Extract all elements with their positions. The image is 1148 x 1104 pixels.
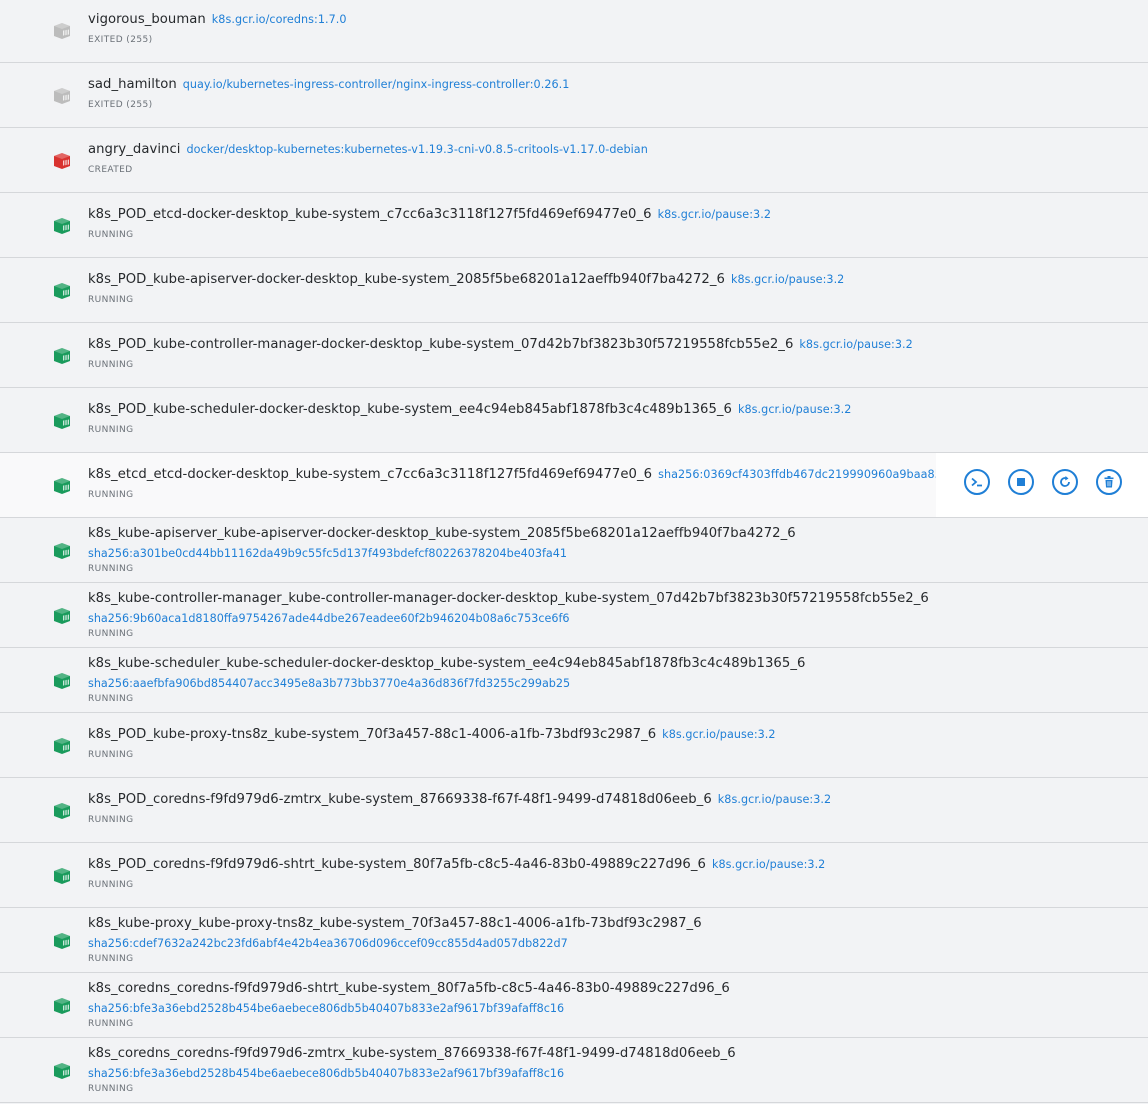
- container-name[interactable]: k8s_coredns_coredns-f9fd979d6-shtrt_kube…: [88, 981, 730, 996]
- container-status: RUNNING: [88, 425, 134, 435]
- delete-button[interactable]: [1096, 469, 1122, 495]
- container-row[interactable]: sad_hamilton quay.io/kubernetes-ingress-c…: [0, 63, 1148, 128]
- terminal-icon: [970, 475, 984, 489]
- container-status: RUNNING: [88, 490, 134, 500]
- container-row[interactable]: k8s_POD_etcd-docker-desktop_kube-system_…: [0, 193, 1148, 258]
- container-status: RUNNING: [88, 564, 134, 574]
- container-image-link[interactable]: k8s.gcr.io/pause:3.2: [718, 793, 831, 806]
- container-status: RUNNING: [88, 815, 134, 825]
- container-icon: [51, 868, 73, 884]
- container-icon: [51, 283, 73, 299]
- container-status: RUNNING: [88, 1019, 134, 1029]
- restart-icon: [1058, 475, 1072, 489]
- container-status: RUNNING: [88, 295, 134, 305]
- container-image-link[interactable]: k8s.gcr.io/pause:3.2: [658, 208, 771, 221]
- container-name[interactable]: k8s_POD_coredns-f9fd979d6-zmtrx_kube-sys…: [88, 792, 712, 807]
- container-status: RUNNING: [88, 954, 134, 964]
- container-image-link[interactable]: k8s.gcr.io/coredns:1.7.0: [212, 13, 347, 26]
- container-icon: [51, 1063, 73, 1079]
- container-icon: [51, 738, 73, 754]
- container-name[interactable]: angry_davinci: [88, 142, 180, 157]
- container-name[interactable]: k8s_coredns_coredns-f9fd979d6-zmtrx_kube…: [88, 1046, 736, 1061]
- container-icon: [51, 803, 73, 819]
- container-image-link[interactable]: k8s.gcr.io/pause:3.2: [731, 273, 844, 286]
- container-row[interactable]: k8s_POD_kube-controller-manager-docker-d…: [0, 323, 1148, 388]
- container-row[interactable]: k8s_kube-proxy_kube-proxy-tns8z_kube-sys…: [0, 908, 1148, 973]
- container-image-hash-link[interactable]: sha256:cdef7632a242bc23fd6abf4e42b4ea367…: [88, 937, 568, 950]
- container-image-link[interactable]: quay.io/kubernetes-ingress-controller/ng…: [183, 78, 570, 91]
- container-icon: [51, 608, 73, 624]
- container-image-hash-link[interactable]: sha256:bfe3a36ebd2528b454be6aebece806db5…: [88, 1002, 564, 1015]
- container-image-hash-link[interactable]: sha256:9b60aca1d8180ffa9754267ade44dbe26…: [88, 612, 570, 625]
- container-image-link[interactable]: k8s.gcr.io/pause:3.2: [712, 858, 825, 871]
- container-name[interactable]: vigorous_bouman: [88, 12, 206, 27]
- container-icon: [51, 478, 73, 494]
- container-row[interactable]: angry_davinci docker/desktop-kubernetes:k…: [0, 128, 1148, 193]
- container-icon: [51, 543, 73, 559]
- container-status: RUNNING: [88, 360, 134, 370]
- container-icon: [51, 218, 73, 234]
- container-icon: [51, 153, 73, 169]
- container-status: RUNNING: [88, 694, 134, 704]
- container-name[interactable]: k8s_kube-proxy_kube-proxy-tns8z_kube-sys…: [88, 916, 702, 931]
- container-image-link[interactable]: k8s.gcr.io/pause:3.2: [662, 728, 775, 741]
- container-icon: [51, 88, 73, 104]
- cli-button[interactable]: [964, 469, 990, 495]
- container-image-link[interactable]: k8s.gcr.io/pause:3.2: [799, 338, 912, 351]
- container-status: RUNNING: [88, 230, 134, 240]
- container-status: EXITED (255): [88, 35, 153, 45]
- container-image-hash-link[interactable]: sha256:bfe3a36ebd2528b454be6aebece806db5…: [88, 1067, 564, 1080]
- stop-icon: [1014, 475, 1028, 489]
- row-actions: [936, 453, 1148, 517]
- container-name[interactable]: k8s_POD_kube-controller-manager-docker-d…: [88, 337, 793, 352]
- container-status: RUNNING: [88, 750, 134, 760]
- container-status: RUNNING: [88, 1084, 134, 1094]
- container-status: EXITED (255): [88, 100, 153, 110]
- container-name[interactable]: k8s_kube-controller-manager_kube-control…: [88, 591, 929, 606]
- container-icon: [51, 23, 73, 39]
- container-row[interactable]: k8s_coredns_coredns-f9fd979d6-shtrt_kube…: [0, 973, 1148, 1038]
- container-name[interactable]: k8s_kube-apiserver_kube-apiserver-docker…: [88, 526, 796, 541]
- container-name[interactable]: k8s_etcd_etcd-docker-desktop_kube-system…: [88, 467, 652, 482]
- container-row[interactable]: k8s_kube-apiserver_kube-apiserver-docker…: [0, 518, 1148, 583]
- container-status: CREATED: [88, 165, 133, 175]
- container-name[interactable]: k8s_POD_coredns-f9fd979d6-shtrt_kube-sys…: [88, 857, 706, 872]
- container-name[interactable]: k8s_POD_kube-proxy-tns8z_kube-system_70f…: [88, 727, 656, 742]
- container-row[interactable]: k8s_coredns_coredns-f9fd979d6-zmtrx_kube…: [0, 1038, 1148, 1103]
- trash-icon: [1102, 475, 1116, 489]
- container-icon: [51, 413, 73, 429]
- container-name[interactable]: k8s_kube-scheduler_kube-scheduler-docker…: [88, 656, 805, 671]
- container-name[interactable]: k8s_POD_kube-apiserver-docker-desktop_ku…: [88, 272, 725, 287]
- container-row[interactable]: k8s_etcd_etcd-docker-desktop_kube-system…: [0, 453, 1148, 518]
- container-row[interactable]: k8s_POD_coredns-f9fd979d6-zmtrx_kube-sys…: [0, 778, 1148, 843]
- container-image-link[interactable]: docker/desktop-kubernetes:kubernetes-v1.…: [186, 143, 647, 156]
- container-row[interactable]: k8s_kube-controller-manager_kube-control…: [0, 583, 1148, 648]
- container-status: RUNNING: [88, 880, 134, 890]
- container-row[interactable]: k8s_POD_coredns-f9fd979d6-shtrt_kube-sys…: [0, 843, 1148, 908]
- container-row[interactable]: vigorous_bouman k8s.gcr.io/coredns:1.7.0 E…: [0, 0, 1148, 63]
- container-icon: [51, 998, 73, 1014]
- container-row[interactable]: k8s_POD_kube-scheduler-docker-desktop_ku…: [0, 388, 1148, 453]
- container-image-hash-link[interactable]: sha256:a301be0cd44bb11162da49b9c55fc5d13…: [88, 547, 567, 560]
- container-image-link[interactable]: sha256:0369cf4303ffdb467dc219990960a9baa…: [658, 468, 963, 481]
- container-icon: [51, 348, 73, 364]
- container-name[interactable]: k8s_POD_etcd-docker-desktop_kube-system_…: [88, 207, 652, 222]
- container-row[interactable]: k8s_POD_kube-proxy-tns8z_kube-system_70f…: [0, 713, 1148, 778]
- container-name[interactable]: sad_hamilton: [88, 77, 177, 92]
- container-name[interactable]: k8s_POD_kube-scheduler-docker-desktop_ku…: [88, 402, 732, 417]
- container-row[interactable]: k8s_POD_kube-apiserver-docker-desktop_ku…: [0, 258, 1148, 323]
- container-icon: [51, 673, 73, 689]
- container-image-link[interactable]: k8s.gcr.io/pause:3.2: [738, 403, 851, 416]
- container-status: RUNNING: [88, 629, 134, 639]
- stop-button[interactable]: [1008, 469, 1034, 495]
- container-image-hash-link[interactable]: sha256:aaefbfa906bd854407acc3495e8a3b773…: [88, 677, 570, 690]
- container-icon: [51, 933, 73, 949]
- container-row[interactable]: k8s_kube-scheduler_kube-scheduler-docker…: [0, 648, 1148, 713]
- restart-button[interactable]: [1052, 469, 1078, 495]
